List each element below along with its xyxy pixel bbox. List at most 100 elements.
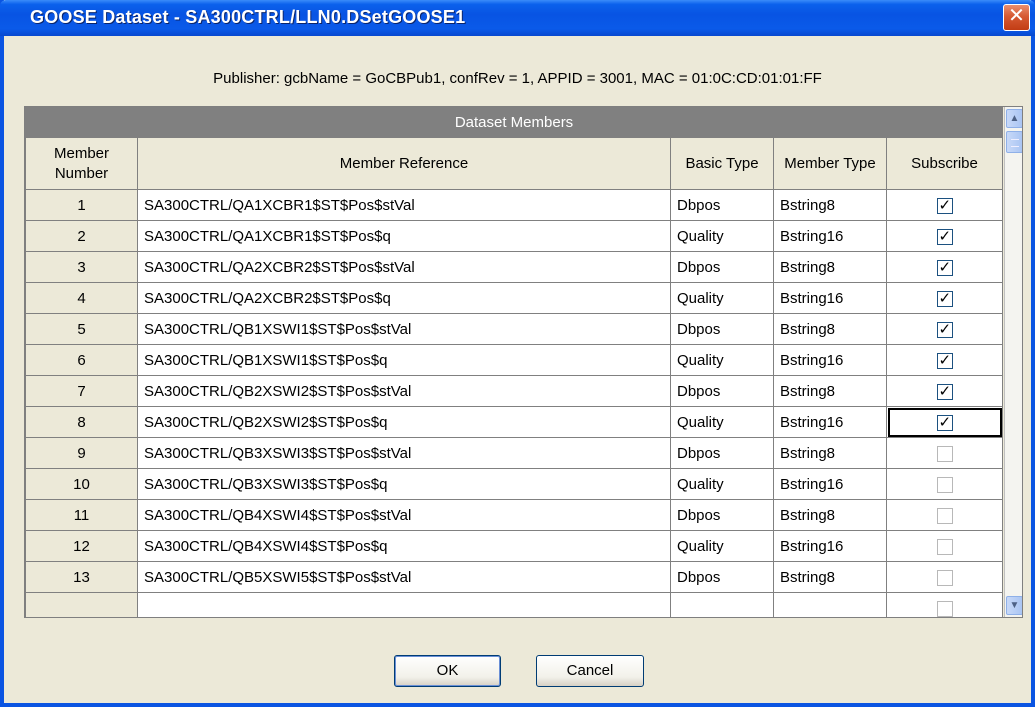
header-member-number[interactable]: Member Number xyxy=(25,137,138,190)
subscribe-checkbox[interactable] xyxy=(936,445,953,462)
basic-type-cell[interactable]: Dbpos xyxy=(670,251,774,283)
member-type-cell[interactable]: Bstring16 xyxy=(773,468,887,500)
header-subscribe[interactable]: Subscribe xyxy=(886,137,1003,190)
table-row[interactable]: 1 SA300CTRL/QA1XCBR1$ST$Pos$stVal Dbpos Bst… xyxy=(25,189,1003,221)
member-type-cell[interactable]: Bstring8 xyxy=(773,313,887,345)
member-type-cell[interactable]: Bstring8 xyxy=(773,375,887,407)
scroll-down-icon[interactable]: ▼ xyxy=(1006,596,1022,615)
member-type-cell[interactable]: Bstring16 xyxy=(773,530,887,562)
member-reference-cell[interactable]: SA300CTRL/QB3XSWI3$ST$Pos$q xyxy=(137,468,671,500)
member-type-cell[interactable]: Bstring8 xyxy=(773,499,887,531)
subscribe-cell[interactable] xyxy=(886,499,1003,531)
basic-type-cell[interactable]: Quality xyxy=(670,220,774,252)
subscribe-checkbox[interactable]: ✓ xyxy=(936,383,953,400)
member-reference-cell[interactable]: SA300CTRL/QB5XSWI5$ST$Pos$stVal xyxy=(137,561,671,593)
ok-button[interactable]: OK xyxy=(394,655,501,687)
member-number-cell[interactable]: 10 xyxy=(25,468,138,500)
basic-type-cell[interactable]: Quality xyxy=(670,282,774,314)
subscribe-cell[interactable] xyxy=(886,530,1003,562)
table-row[interactable]: 3 SA300CTRL/QA2XCBR2$ST$Pos$stVal Dbpos Bst… xyxy=(25,251,1003,283)
basic-type-cell[interactable]: Quality xyxy=(670,406,774,438)
header-member-type[interactable]: Member Type xyxy=(773,137,887,190)
subscribe-checkbox[interactable]: ✓ xyxy=(936,228,953,245)
member-reference-cell[interactable]: SA300CTRL/QB4XSWI4$ST$Pos$stVal xyxy=(137,499,671,531)
basic-type-cell[interactable]: Quality xyxy=(670,344,774,376)
basic-type-cell[interactable]: Dbpos xyxy=(670,437,774,469)
header-basic-type[interactable]: Basic Type xyxy=(670,137,774,190)
member-number-cell[interactable]: 12 xyxy=(25,530,138,562)
subscribe-cell[interactable]: ✓ xyxy=(886,220,1003,252)
cancel-button[interactable]: Cancel xyxy=(536,655,644,687)
subscribe-checkbox[interactable]: ✓ xyxy=(936,352,953,369)
member-number-cell[interactable]: 6 xyxy=(25,344,138,376)
member-number-cell[interactable]: 11 xyxy=(25,499,138,531)
member-type-cell[interactable] xyxy=(773,592,887,617)
table-row[interactable]: 2 SA300CTRL/QA1XCBR1$ST$Pos$q Quality Bstri… xyxy=(25,220,1003,252)
title-bar[interactable]: GOOSE Dataset - SA300CTRL/LLN0.DSetGOOSE… xyxy=(0,0,1035,36)
subscribe-cell[interactable]: ✓ xyxy=(886,406,1003,438)
member-reference-cell[interactable]: SA300CTRL/QA1XCBR1$ST$Pos$q xyxy=(137,220,671,252)
member-reference-cell[interactable]: SA300CTRL/QB3XSWI3$ST$Pos$stVal xyxy=(137,437,671,469)
subscribe-checkbox[interactable]: ✓ xyxy=(936,197,953,214)
member-number-cell[interactable]: 7 xyxy=(25,375,138,407)
subscribe-cell[interactable]: ✓ xyxy=(886,313,1003,345)
subscribe-checkbox[interactable]: ✓ xyxy=(936,414,953,431)
member-reference-cell[interactable]: SA300CTRL/QB4XSWI4$ST$Pos$q xyxy=(137,530,671,562)
subscribe-cell[interactable]: ✓ xyxy=(886,375,1003,407)
basic-type-cell[interactable]: Dbpos xyxy=(670,189,774,221)
subscribe-cell[interactable]: ✓ xyxy=(886,344,1003,376)
subscribe-cell[interactable] xyxy=(886,592,1003,617)
scroll-up-icon[interactable]: ▲ xyxy=(1006,109,1022,128)
subscribe-checkbox[interactable]: ✓ xyxy=(936,290,953,307)
member-type-cell[interactable]: Bstring8 xyxy=(773,251,887,283)
member-number-cell[interactable]: 5 xyxy=(25,313,138,345)
member-number-cell[interactable]: 1 xyxy=(25,189,138,221)
basic-type-cell[interactable]: Dbpos xyxy=(670,499,774,531)
member-number-cell[interactable] xyxy=(25,592,138,617)
table-row[interactable]: 12 SA300CTRL/QB4XSWI4$ST$Pos$q Quality Bstr… xyxy=(25,530,1003,562)
member-reference-cell[interactable]: SA300CTRL/QB2XSWI2$ST$Pos$q xyxy=(137,406,671,438)
member-reference-cell[interactable]: SA300CTRL/QB1XSWI1$ST$Pos$q xyxy=(137,344,671,376)
member-reference-cell[interactable]: SA300CTRL/QA1XCBR1$ST$Pos$stVal xyxy=(137,189,671,221)
member-type-cell[interactable]: Bstring8 xyxy=(773,561,887,593)
member-type-cell[interactable]: Bstring8 xyxy=(773,189,887,221)
member-number-cell[interactable]: 8 xyxy=(25,406,138,438)
subscribe-cell[interactable] xyxy=(886,561,1003,593)
basic-type-cell[interactable] xyxy=(670,592,774,617)
member-type-cell[interactable]: Bstring16 xyxy=(773,406,887,438)
table-row[interactable]: 6 SA300CTRL/QB1XSWI1$ST$Pos$q Quality Bstri… xyxy=(25,344,1003,376)
member-number-cell[interactable]: 3 xyxy=(25,251,138,283)
table-row[interactable]: 10 SA300CTRL/QB3XSWI3$ST$Pos$q Quality Bstr… xyxy=(25,468,1003,500)
member-reference-cell[interactable]: SA300CTRL/QB1XSWI1$ST$Pos$stVal xyxy=(137,313,671,345)
basic-type-cell[interactable]: Dbpos xyxy=(670,313,774,345)
subscribe-checkbox[interactable]: ✓ xyxy=(936,259,953,276)
member-type-cell[interactable]: Bstring16 xyxy=(773,220,887,252)
table-row[interactable]: 13 SA300CTRL/QB5XSWI5$ST$Pos$stVal Dbpos Bs… xyxy=(25,561,1003,593)
basic-type-cell[interactable]: Quality xyxy=(670,468,774,500)
subscribe-checkbox[interactable] xyxy=(936,538,953,555)
vertical-scrollbar[interactable]: ▲ ▼ xyxy=(1004,107,1022,617)
subscribe-checkbox[interactable]: ✓ xyxy=(936,321,953,338)
basic-type-cell[interactable]: Quality xyxy=(670,530,774,562)
scroll-thumb[interactable] xyxy=(1006,131,1022,153)
table-row[interactable]: 11 SA300CTRL/QB4XSWI4$ST$Pos$stVal Dbpos Bs… xyxy=(25,499,1003,531)
subscribe-cell[interactable]: ✓ xyxy=(886,189,1003,221)
member-number-cell[interactable]: 4 xyxy=(25,282,138,314)
member-reference-cell[interactable]: SA300CTRL/QB2XSWI2$ST$Pos$stVal xyxy=(137,375,671,407)
close-button[interactable]: ✕ xyxy=(1003,4,1030,31)
table-row[interactable]: 5 SA300CTRL/QB1XSWI1$ST$Pos$stVal Dbpos Bst… xyxy=(25,313,1003,345)
table-row[interactable]: 4 SA300CTRL/QA2XCBR2$ST$Pos$q Quality Bstri… xyxy=(25,282,1003,314)
subscribe-checkbox[interactable] xyxy=(936,507,953,524)
basic-type-cell[interactable]: Dbpos xyxy=(670,561,774,593)
subscribe-checkbox[interactable] xyxy=(936,569,953,586)
subscribe-checkbox[interactable] xyxy=(936,600,953,617)
subscribe-cell[interactable] xyxy=(886,437,1003,469)
subscribe-cell[interactable]: ✓ xyxy=(886,251,1003,283)
member-number-cell[interactable]: 13 xyxy=(25,561,138,593)
member-type-cell[interactable]: Bstring16 xyxy=(773,282,887,314)
subscribe-cell[interactable] xyxy=(886,468,1003,500)
header-member-reference[interactable]: Member Reference xyxy=(137,137,671,190)
member-reference-cell[interactable] xyxy=(137,592,671,617)
table-row[interactable] xyxy=(25,592,1003,617)
member-type-cell[interactable]: Bstring8 xyxy=(773,437,887,469)
